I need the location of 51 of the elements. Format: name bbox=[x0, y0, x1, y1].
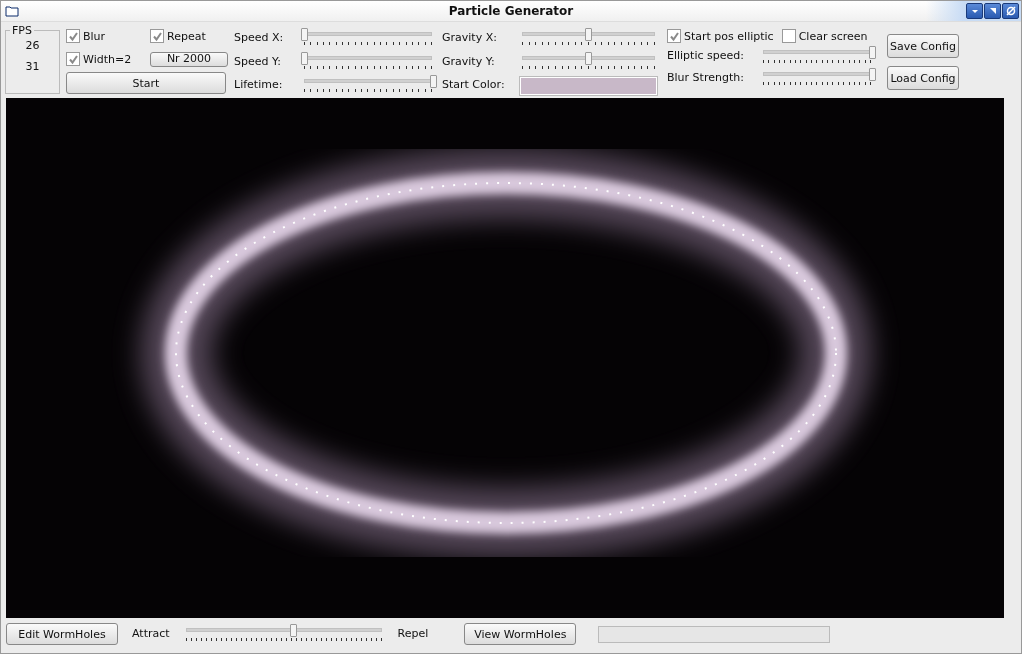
checkbox[interactable]: Clear screen bbox=[781, 29, 868, 43]
slider-thumb[interactable] bbox=[300, 51, 308, 65]
checkbox-box[interactable] bbox=[667, 29, 681, 43]
minimize-button[interactable] bbox=[966, 3, 983, 19]
close-button[interactable] bbox=[1002, 3, 1019, 19]
checkbox-box[interactable] bbox=[781, 29, 796, 43]
slider[interactable] bbox=[520, 28, 657, 48]
slider-thumb[interactable] bbox=[584, 51, 592, 65]
checkbox-box[interactable] bbox=[66, 52, 80, 66]
slider-thumb[interactable] bbox=[289, 624, 297, 637]
color-swatch[interactable] bbox=[520, 77, 657, 96]
window-title: Particle Generator bbox=[448, 4, 574, 18]
group-label: FPS bbox=[11, 24, 33, 37]
start-button[interactable]: Start bbox=[66, 72, 226, 94]
slider[interactable] bbox=[520, 51, 657, 72]
slider-thumb[interactable] bbox=[300, 28, 308, 41]
checkbox[interactable]: Repeat bbox=[150, 29, 220, 43]
slider-thumb[interactable] bbox=[430, 75, 437, 89]
slider-label: Speed X: bbox=[234, 30, 285, 46]
particle-count-button[interactable]: Nr 2000 bbox=[150, 51, 228, 67]
slider-label: Gravity Y: bbox=[442, 53, 496, 70]
close-icon bbox=[1005, 6, 1016, 16]
checkbox-box[interactable] bbox=[150, 29, 164, 43]
window-icon bbox=[5, 5, 19, 17]
maximize-button[interactable] bbox=[984, 3, 1001, 19]
slider-label: Elliptic speed: bbox=[667, 48, 745, 64]
checkbox[interactable]: Start pos elliptic bbox=[667, 29, 774, 43]
view-wormholes-button[interactable]: View WormHoles bbox=[464, 623, 577, 645]
color-label: Start Color: bbox=[442, 77, 506, 94]
slider-thumb[interactable] bbox=[584, 28, 592, 41]
fps-value: 26 bbox=[25, 39, 40, 52]
slider-label: Lifetime: bbox=[234, 77, 284, 94]
slider[interactable] bbox=[761, 46, 873, 66]
config-button[interactable]: Save Config bbox=[887, 34, 959, 58]
edit-wormholes-button[interactable]: Edit WormHoles bbox=[6, 623, 118, 645]
repel-label: Repel bbox=[397, 626, 429, 642]
checkbox-box[interactable] bbox=[66, 29, 80, 43]
slider-label: Speed Y: bbox=[234, 53, 282, 70]
attract-label: Attract bbox=[132, 626, 170, 642]
fps-value: 31 bbox=[25, 60, 40, 73]
config-button[interactable]: Load Config bbox=[887, 66, 959, 90]
slider-thumb[interactable] bbox=[869, 68, 876, 81]
slider[interactable] bbox=[183, 624, 384, 644]
slider[interactable] bbox=[761, 68, 873, 88]
slider[interactable] bbox=[302, 28, 434, 48]
checkbox[interactable]: Width=2 bbox=[66, 52, 136, 66]
slider[interactable] bbox=[302, 51, 434, 72]
slider-label: Gravity X: bbox=[442, 30, 498, 46]
slider-thumb[interactable] bbox=[869, 46, 876, 59]
checkbox[interactable]: Blur bbox=[66, 29, 136, 43]
slider-label: Blur Strength: bbox=[667, 70, 745, 86]
